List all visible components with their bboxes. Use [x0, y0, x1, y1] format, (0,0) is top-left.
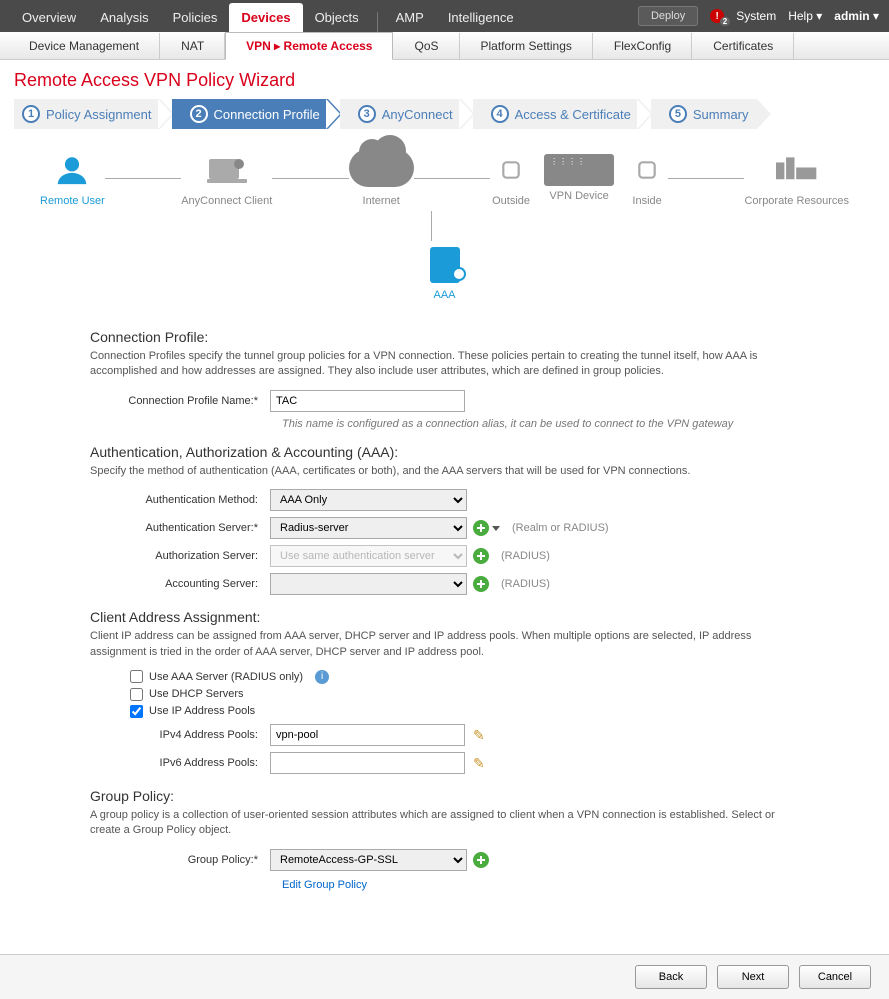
gp-select[interactable]: RemoteAccess-GP-SSL — [270, 849, 467, 871]
step-access-cert[interactable]: 4Access & Certificate — [473, 99, 639, 129]
subnav-flexconfig[interactable]: FlexConfig — [593, 33, 692, 59]
tab-amp[interactable]: AMP — [384, 3, 436, 32]
info-icon[interactable]: i — [315, 670, 329, 684]
aaa-heading: Authentication, Authorization & Accounti… — [90, 444, 799, 460]
add-gp-icon[interactable] — [473, 852, 489, 868]
node-corp: Corporate Resources — [744, 149, 849, 207]
node-inside: Inside — [626, 149, 668, 207]
auth-method-label: Authentication Method: — [90, 494, 270, 506]
ipv4-pools-input[interactable] — [270, 724, 465, 746]
tab-devices[interactable]: Devices — [229, 3, 302, 32]
user-menu[interactable]: admin ▾ — [834, 9, 879, 23]
deploy-button[interactable]: Deploy — [638, 6, 698, 26]
tab-overview[interactable]: Overview — [10, 3, 88, 32]
back-button[interactable]: Back — [635, 965, 707, 989]
cb-use-pools-label: Use IP Address Pools — [149, 705, 255, 717]
conn-profile-name-input[interactable] — [270, 390, 465, 412]
auth-server-label: Authentication Server:* — [90, 522, 270, 534]
tab-policies[interactable]: Policies — [161, 3, 230, 32]
aaa-desc: Specify the method of authentication (AA… — [90, 464, 799, 479]
nav-divider — [377, 12, 378, 32]
authz-server-label: Authorization Server: — [90, 550, 270, 562]
auth-method-select[interactable]: AAA Only — [270, 489, 467, 511]
node-remote-user: Remote User — [40, 149, 105, 207]
conn-profile-name-label: Connection Profile Name:* — [90, 395, 270, 407]
tab-objects[interactable]: Objects — [303, 3, 371, 32]
client-addr-heading: Client Address Assignment: — [90, 609, 799, 625]
system-link[interactable]: System — [736, 9, 776, 23]
cancel-button[interactable]: Cancel — [799, 965, 871, 989]
node-outside: Outside — [490, 149, 532, 207]
gp-label: Group Policy:* — [90, 854, 270, 866]
top-nav: Overview Analysis Policies Devices Objec… — [0, 0, 889, 32]
acct-server-select[interactable] — [270, 573, 467, 595]
page-title: Remote Access VPN Policy Wizard — [0, 60, 889, 99]
authz-server-select[interactable]: Use same authentication server — [270, 545, 467, 567]
step-anyconnect[interactable]: 3AnyConnect — [340, 99, 461, 129]
wizard-footer: Back Next Cancel — [0, 954, 889, 999]
edit-ipv4-icon[interactable] — [473, 727, 489, 743]
step-summary[interactable]: 5Summary — [651, 99, 757, 129]
subnav-qos[interactable]: QoS — [393, 33, 459, 59]
cb-use-aaa[interactable] — [130, 670, 143, 683]
alert-icon[interactable]: !2 — [710, 9, 724, 23]
cb-use-dhcp[interactable] — [130, 688, 143, 701]
topology-diagram: Remote User AnyConnect Client Internet O… — [0, 129, 889, 217]
ipv6-pools-label: IPv6 Address Pools: — [126, 757, 270, 769]
subnav-device-mgmt[interactable]: Device Management — [8, 33, 160, 59]
edit-gp-link[interactable]: Edit Group Policy — [282, 879, 367, 891]
conn-profile-desc: Connection Profiles specify the tunnel g… — [90, 349, 799, 380]
node-aaa: AAA — [0, 241, 889, 315]
edit-ipv6-icon[interactable] — [473, 755, 489, 771]
gp-desc: A group policy is a collection of user-o… — [90, 808, 799, 839]
node-vpn-device: VPN Device — [544, 154, 614, 202]
auth-server-select[interactable]: Radius-server — [270, 517, 467, 539]
conn-profile-heading: Connection Profile: — [90, 329, 799, 345]
subnav-nat[interactable]: NAT — [160, 33, 225, 59]
sub-nav: Device Management NAT VPN ▸ Remote Acces… — [0, 32, 889, 60]
subnav-platform[interactable]: Platform Settings — [460, 33, 593, 59]
add-auth-server-icon[interactable] — [473, 520, 489, 536]
acct-hint: (RADIUS) — [501, 578, 550, 590]
auth-server-hint: (Realm or RADIUS) — [512, 522, 609, 534]
node-anyconnect: AnyConnect Client — [181, 149, 272, 207]
conn-profile-hint: This name is configured as a connection … — [282, 418, 799, 430]
ipv6-pools-input[interactable] — [270, 752, 465, 774]
acct-server-label: Accounting Server: — [90, 578, 270, 590]
add-authz-server-icon[interactable] — [473, 548, 489, 564]
cb-use-dhcp-label: Use DHCP Servers — [149, 688, 244, 700]
next-button[interactable]: Next — [717, 965, 789, 989]
subnav-vpn-remote[interactable]: VPN ▸ Remote Access — [225, 32, 393, 60]
tab-analysis[interactable]: Analysis — [88, 3, 160, 32]
subnav-certs[interactable]: Certificates — [692, 33, 794, 59]
step-policy-assignment[interactable]: 1Policy Assignment — [14, 99, 160, 129]
node-internet: Internet — [349, 149, 414, 207]
step-connection-profile[interactable]: 2Connection Profile — [172, 99, 328, 129]
cb-use-pools[interactable] — [130, 705, 143, 718]
tab-intel[interactable]: Intelligence — [436, 3, 526, 32]
chevron-down-icon[interactable] — [492, 526, 500, 531]
ipv4-pools-label: IPv4 Address Pools: — [126, 729, 270, 741]
help-menu[interactable]: Help ▾ — [788, 9, 822, 23]
authz-hint: (RADIUS) — [501, 550, 550, 562]
cb-use-aaa-label: Use AAA Server (RADIUS only) — [149, 671, 303, 683]
client-addr-desc: Client IP address can be assigned from A… — [90, 629, 799, 660]
add-acct-server-icon[interactable] — [473, 576, 489, 592]
gp-heading: Group Policy: — [90, 788, 799, 804]
wizard-steps: 1Policy Assignment 2Connection Profile 3… — [0, 99, 889, 129]
